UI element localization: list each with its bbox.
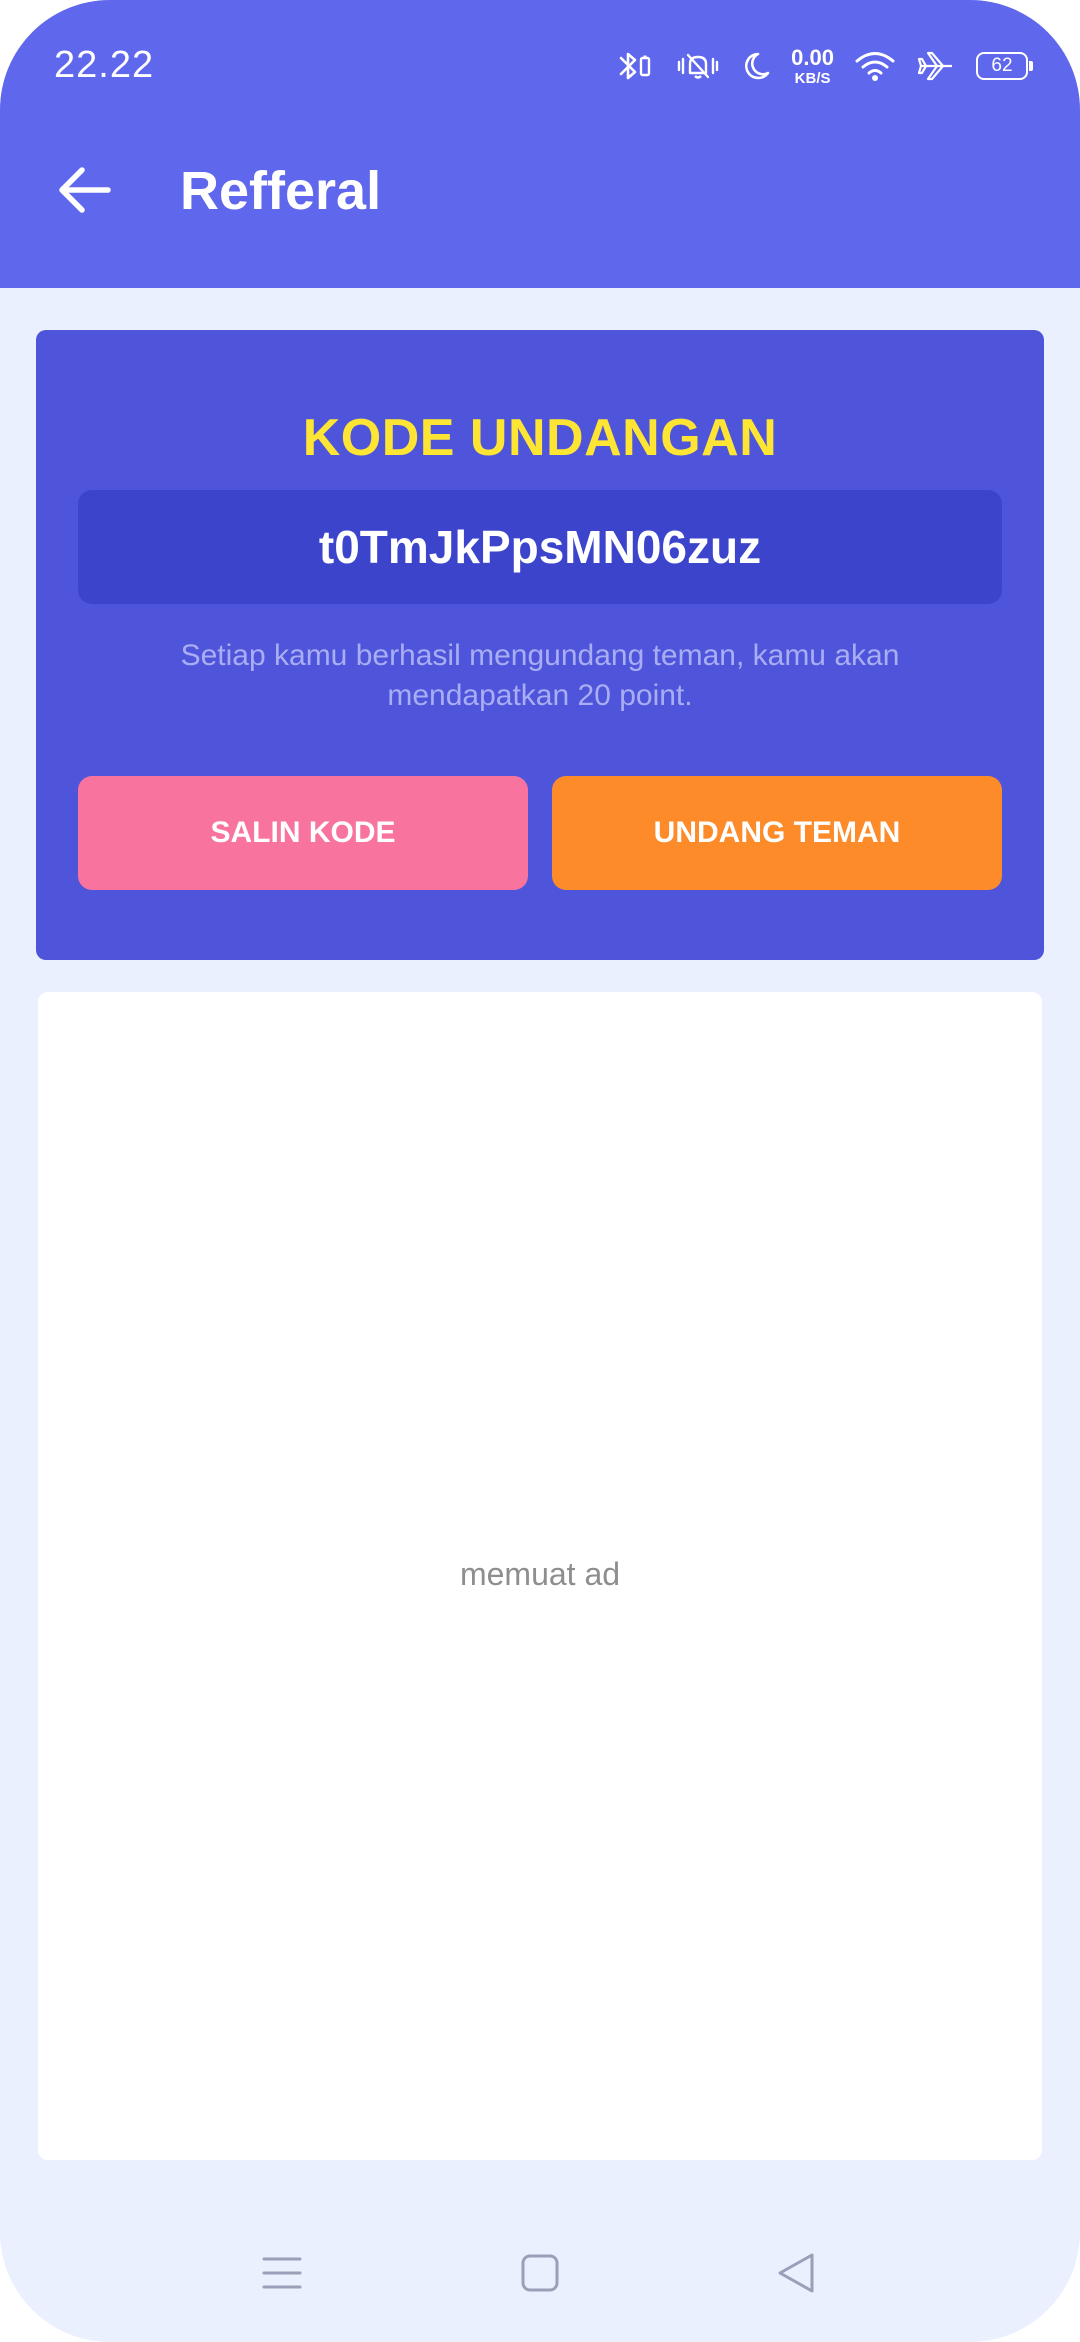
nav-back-button[interactable] (766, 2250, 826, 2300)
status-icons: 0.00 KB/S 62 (617, 44, 1033, 88)
battery-level: 62 (991, 55, 1013, 76)
screen: 22.22 0.00 KB/S 62 Refferal KODE UNDANGA… (0, 0, 1080, 2342)
menu-icon (261, 2254, 303, 2297)
network-speed-unit: KB/S (794, 69, 831, 87)
referral-description: Setiap kamu berhasil mengundang teman, k… (180, 639, 900, 712)
app-bar: 22.22 0.00 KB/S 62 Refferal (0, 0, 1080, 288)
network-speed: 0.00 KB/S (791, 44, 834, 87)
referral-card: KODE UNDANGAN t0TmJkPpsMN06zuz Setiap ka… (36, 330, 1044, 960)
ad-panel[interactable]: memuat ad (38, 992, 1042, 2160)
vibrate-icon (675, 49, 721, 83)
home-icon (520, 2253, 560, 2298)
status-bar: 22.22 0.00 KB/S 62 (0, 0, 1080, 134)
airplane-icon (916, 49, 956, 83)
invite-code-heading: KODE UNDANGAN (302, 409, 778, 467)
moon-icon (741, 50, 771, 82)
invite-code-value: t0TmJkPpsMN06zuz (318, 521, 762, 573)
back-button[interactable] (48, 156, 120, 228)
recents-button[interactable] (252, 2250, 312, 2300)
ad-loading-text: memuat ad (459, 1556, 621, 1592)
copy-code-button[interactable]: SALIN KODE (78, 776, 528, 890)
battery-icon: 62 (976, 52, 1033, 80)
invite-code-box[interactable]: t0TmJkPpsMN06zuz (78, 490, 1002, 604)
home-button[interactable] (510, 2250, 570, 2300)
system-nav-bar (0, 2230, 1080, 2320)
invite-friend-button[interactable]: UNDANG TEMAN (552, 776, 1002, 890)
wifi-icon (854, 50, 896, 82)
network-speed-value: 0.00 (791, 44, 834, 70)
page-title: Refferal (180, 161, 382, 221)
arrow-left-icon (56, 166, 112, 219)
bluetooth-icon (617, 49, 655, 83)
status-time: 22.22 (54, 44, 155, 86)
back-icon (776, 2251, 816, 2300)
